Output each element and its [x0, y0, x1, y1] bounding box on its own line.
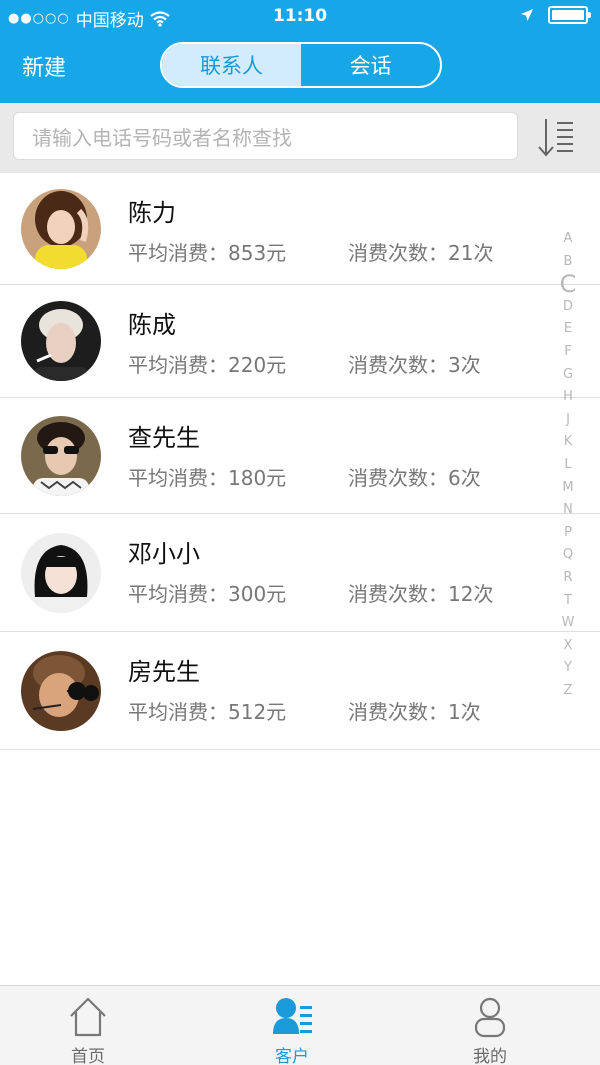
index-letter[interactable]: E — [564, 318, 572, 341]
tab-profile[interactable]: 我的 — [430, 986, 550, 1065]
tab-customers[interactable]: 客户 — [232, 986, 352, 1065]
contact-name: 陈力 — [128, 199, 176, 227]
tab-contacts[interactable]: 联系人 — [162, 44, 301, 86]
tab-conversations[interactable]: 会话 — [301, 44, 440, 86]
avatar — [21, 650, 101, 731]
average-spend: 平均消费：180元 — [128, 466, 287, 490]
index-letter[interactable]: A — [564, 228, 573, 251]
visit-count: 消费次数：6次 — [348, 466, 481, 490]
location-arrow-icon — [521, 9, 533, 21]
avatar — [21, 301, 101, 381]
index-letter[interactable]: K — [564, 431, 573, 454]
contact-row[interactable]: 查先生 平均消费：180元 消费次数：6次 — [0, 398, 600, 514]
tab-bar: 首页 客户 我的 — [0, 985, 600, 1065]
contact-row[interactable]: 陈成 平均消费：220元 消费次数：3次 — [0, 285, 600, 398]
index-letter[interactable]: W — [562, 612, 575, 635]
contact-list: 陈力 平均消费：853元 消费次数：21次 陈成 平均消费：220元 消费次数：… — [0, 173, 600, 750]
index-letter[interactable]: R — [563, 567, 572, 590]
average-spend: 平均消费：220元 — [128, 353, 287, 377]
search-input[interactable]: 请输入电话号码或者名称查找 — [13, 112, 518, 160]
sort-icon[interactable] — [536, 115, 580, 161]
header: ●●○○○ 中国移动 11:10 新建 联系人 会话 — [0, 0, 600, 103]
contact-row[interactable]: 房先生 平均消费：512元 消费次数：1次 — [0, 632, 600, 750]
index-letter[interactable]: Z — [564, 680, 573, 703]
battery-icon — [548, 6, 591, 24]
contact-name: 陈成 — [128, 311, 176, 339]
index-letter[interactable]: L — [564, 454, 571, 477]
index-letter[interactable]: C — [560, 272, 577, 296]
tab-home-label: 首页 — [71, 1047, 105, 1065]
average-spend: 平均消费：512元 — [128, 700, 287, 724]
index-letter[interactable]: Y — [564, 657, 572, 680]
index-letter[interactable]: N — [563, 499, 573, 522]
home-icon — [70, 997, 106, 1037]
avatar — [21, 532, 101, 613]
visit-count: 消费次数：3次 — [348, 353, 481, 377]
index-letter[interactable]: X — [564, 635, 573, 658]
search-bar: 请输入电话号码或者名称查找 — [0, 103, 600, 173]
index-letter[interactable]: M — [562, 477, 573, 500]
tab-home[interactable]: 首页 — [28, 986, 148, 1065]
average-spend: 平均消费：853元 — [128, 241, 287, 265]
alphabet-index: A B C D E F G H J K L M N P Q R T W X Y … — [556, 228, 580, 702]
index-letter[interactable]: J — [566, 409, 570, 432]
index-letter[interactable]: P — [564, 522, 572, 545]
visit-count: 消费次数：12次 — [348, 582, 494, 606]
visit-count: 消费次数：1次 — [348, 700, 481, 724]
segment-control: 联系人 会话 — [160, 42, 442, 88]
index-letter[interactable]: F — [564, 341, 571, 364]
avatar — [21, 415, 101, 496]
customers-icon — [273, 998, 312, 1034]
contact-row[interactable]: 陈力 平均消费：853元 消费次数：21次 — [0, 173, 600, 285]
tab-profile-label: 我的 — [473, 1047, 507, 1065]
tab-customers-label: 客户 — [275, 1047, 309, 1065]
status-time: 11:10 — [272, 6, 328, 26]
profile-icon — [474, 997, 506, 1038]
contact-name: 房先生 — [128, 658, 200, 686]
average-spend: 平均消费：300元 — [128, 582, 287, 606]
status-bar: ●●○○○ 中国移动 11:10 — [0, 0, 600, 34]
contact-name: 查先生 — [128, 424, 200, 452]
contact-row[interactable]: 邓小小 平均消费：300元 消费次数：12次 — [0, 514, 600, 632]
index-letter[interactable]: H — [563, 386, 573, 409]
index-letter[interactable]: D — [563, 296, 573, 319]
avatar — [21, 188, 101, 269]
index-letter[interactable]: G — [563, 364, 573, 387]
index-letter[interactable]: T — [564, 590, 572, 613]
status-right — [520, 6, 591, 24]
new-button[interactable]: 新建 — [22, 50, 66, 82]
visit-count: 消费次数：21次 — [348, 241, 494, 265]
contact-name: 邓小小 — [128, 540, 200, 568]
index-letter[interactable]: Q — [563, 544, 573, 567]
